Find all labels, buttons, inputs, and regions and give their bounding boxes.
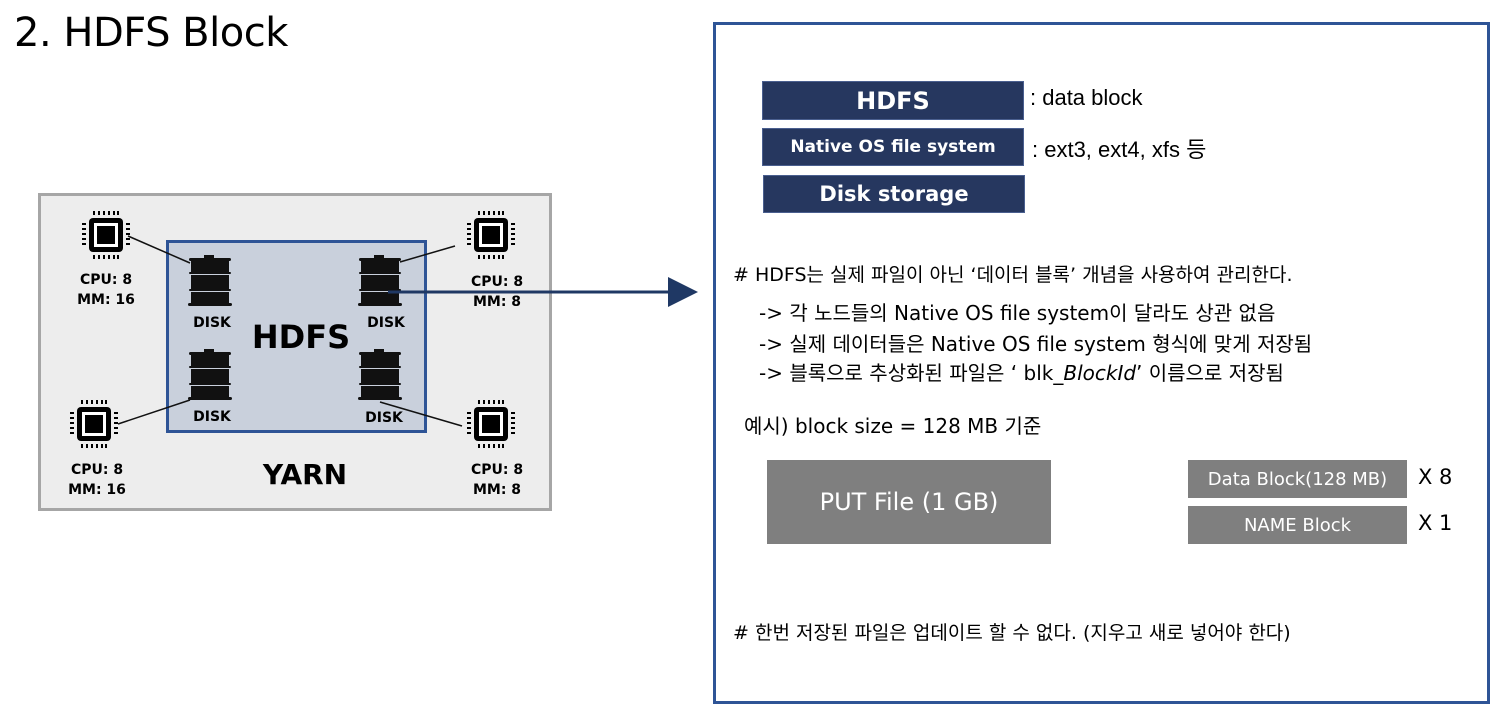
disk-label: DISK [367,315,405,331]
memory-label: MM: 16 [68,482,126,498]
name-block-box: NAME Block [1188,506,1407,544]
data-block-box: Data Block(128 MB) [1188,460,1407,498]
cpu-label: CPU: 8 [470,274,524,290]
layer-native-os-desc: : ext3, ext4, xfs 등 [1032,137,1207,162]
layer-disk-storage: Disk storage [763,175,1025,213]
cpu-label: CPU: 8 [470,462,524,478]
sub-point-prefix: -> 블록으로 추상화된 파일은 ‘ blk_ [759,361,1064,385]
disk-label: DISK [193,315,231,331]
cpu-label: CPU: 8 [70,462,124,478]
block-id-italic: BlockId [1063,361,1137,385]
layer-hdfs: HDFS [762,81,1024,120]
memory-label: MM: 8 [472,482,522,498]
node-label-bottom-left: CPU: 8 MM: 16 [52,460,142,500]
sub-point: -> 각 노드들의 Native OS file system이 달라도 상관 … [759,301,1276,325]
name-block-multiplier: X 1 [1418,511,1453,535]
sub-point: -> 블록으로 추상화된 파일은 ‘ blk_BlockId’ 이름으로 저장됨 [759,357,1284,386]
node-label-top-left: CPU: 8 MM: 16 [61,270,151,310]
memory-label: MM: 8 [472,294,522,310]
note-data-block: # HDFS는 실제 파일이 아닌 ‘데이터 블록’ 개념을 사용하여 관리한다… [733,264,1293,286]
cpu-label: CPU: 8 [79,272,133,288]
memory-label: MM: 16 [77,292,135,308]
node-label-top-right: CPU: 8 MM: 8 [452,272,542,312]
sub-point-suffix: ’ 이름으로 저장됨 [1136,361,1284,385]
layer-native-os: Native OS file system [762,128,1024,166]
data-block-multiplier: X 8 [1418,465,1453,489]
node-label-bottom-right: CPU: 8 MM: 8 [452,460,542,500]
layer-hdfs-desc: : data block [1030,85,1143,110]
page-title: 2. HDFS Block [14,10,288,56]
example-label: 예시) block size = 128 MB 기준 [744,414,1042,438]
disk-label: DISK [193,409,231,425]
put-file-box: PUT File (1 GB) [767,460,1051,544]
yarn-label: YARN [262,458,348,491]
note-immutable: # 한번 저장된 파일은 업데이트 할 수 없다. (지우고 새로 넣어야 한다… [733,622,1291,644]
disk-label: DISK [365,410,403,426]
hdfs-label: HDFS [251,318,351,356]
sub-point: -> 실제 데이터들은 Native OS file system 형식에 맞게… [759,332,1313,356]
